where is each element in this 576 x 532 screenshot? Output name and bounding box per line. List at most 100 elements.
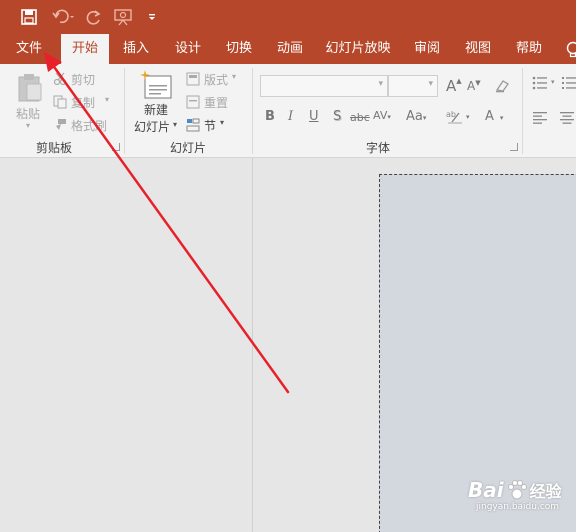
font-color-dropdown-icon: ▾ — [499, 114, 504, 122]
font-launcher-icon[interactable] — [510, 143, 518, 151]
slide-thumbnail-pane[interactable] — [0, 158, 253, 532]
redo-icon — [86, 10, 101, 25]
title-bar — [0, 0, 576, 34]
font-size-combobox[interactable]: ▾ — [388, 75, 438, 97]
paste-icon — [18, 74, 42, 102]
bold-button[interactable]: B — [265, 109, 275, 124]
start-from-beginning-button[interactable] — [112, 6, 134, 28]
change-case-dropdown-icon: ▾ — [422, 114, 427, 122]
font-group-label: 字体 — [366, 141, 391, 155]
clipboard-launcher-icon[interactable] — [112, 143, 120, 151]
align-left-button[interactable] — [533, 112, 547, 127]
tab-review[interactable]: 审阅 — [407, 34, 447, 64]
change-case-button[interactable]: Aa▾ — [406, 109, 426, 124]
numbering-icon — [562, 77, 576, 89]
tab-view[interactable]: 视图 — [458, 34, 498, 64]
layout-icon — [186, 72, 200, 86]
tab-slideshow[interactable]: 幻灯片放映 — [322, 34, 394, 64]
ribbon-divider — [252, 68, 253, 154]
highlight-button[interactable]: ab ▾ — [446, 108, 470, 128]
section-button[interactable]: 节 ▾ — [186, 116, 242, 134]
layout-label: 版式 — [204, 73, 229, 87]
format-painter-icon — [56, 119, 66, 130]
start-from-beginning-icon — [114, 9, 132, 26]
new-slide-label-line1: 新建 — [144, 103, 169, 117]
reset-button[interactable]: 重置 — [186, 93, 242, 111]
redo-button[interactable] — [84, 6, 104, 28]
cut-button[interactable]: 剪切 — [53, 70, 113, 88]
new-slide-icon — [140, 70, 172, 99]
ribbon-divider — [522, 68, 523, 154]
reset-label: 重置 — [204, 96, 229, 110]
format-painter-button[interactable]: 格式刷 — [53, 116, 113, 134]
paste-dropdown-icon: ▾ — [26, 121, 31, 130]
align-center-icon — [560, 112, 574, 124]
scissors-icon — [53, 72, 67, 86]
watermark-url: jingyan.baidu.com — [476, 502, 560, 512]
section-dropdown-icon: ▾ — [220, 118, 225, 127]
character-spacing-button[interactable]: AV▾ — [373, 108, 391, 123]
shrink-font-icon: ▼ — [475, 79, 481, 87]
new-slide-button[interactable]: 新建 幻灯片 ▾ — [133, 70, 181, 138]
copy-button[interactable]: 复制 ▾ — [53, 93, 113, 111]
tab-file[interactable]: 文件 — [6, 34, 52, 64]
clear-formatting-button[interactable] — [494, 78, 510, 97]
text-shadow-button[interactable]: S — [333, 109, 341, 124]
save-icon — [21, 9, 37, 25]
baidu-jingyan-watermark: Bai 经验 jingyan.baidu.com — [468, 478, 562, 512]
customize-quick-access-icon — [149, 14, 155, 20]
undo-icon — [52, 9, 74, 24]
align-left-icon — [533, 112, 547, 124]
font-name-combobox[interactable]: ▾ — [260, 75, 388, 97]
tab-help[interactable]: 帮助 — [509, 34, 549, 64]
watermark-brand: Bai — [468, 478, 504, 502]
layout-button[interactable]: 版式 ▾ — [186, 70, 242, 88]
tab-home[interactable]: 开始 — [61, 34, 109, 64]
character-spacing-label: AV — [373, 109, 388, 122]
character-spacing-dropdown-icon: ▾ — [387, 113, 391, 121]
shrink-font-button[interactable]: A▼ — [467, 79, 481, 94]
font-color-button[interactable]: A ▾ — [485, 109, 503, 124]
section-icon — [186, 118, 200, 132]
strikethrough-button[interactable]: abc — [350, 111, 370, 124]
copy-icon — [53, 95, 67, 109]
tab-transitions[interactable]: 切换 — [219, 34, 259, 64]
numbering-button[interactable] — [562, 76, 576, 93]
align-center-button[interactable] — [560, 112, 574, 127]
change-case-label: Aa — [406, 109, 423, 124]
highlight-icon: ab — [446, 110, 462, 124]
bullets-button[interactable] — [532, 76, 548, 93]
grow-font-button[interactable]: A▲ — [446, 77, 462, 95]
paste-label: 粘贴 — [16, 107, 41, 121]
tab-animations[interactable]: 动画 — [270, 34, 310, 64]
copy-dropdown-icon: ▾ — [105, 95, 110, 104]
clipboard-group-label: 剪贴板 — [36, 141, 73, 155]
bullets-dropdown-icon[interactable]: ▾ — [551, 78, 555, 86]
tab-insert[interactable]: 插入 — [116, 34, 156, 64]
undo-button[interactable] — [50, 6, 78, 28]
customize-quick-access-button[interactable] — [144, 6, 160, 28]
font-name-dropdown-icon: ▾ — [378, 79, 383, 89]
save-button[interactable] — [18, 6, 40, 28]
format-painter-label: 格式刷 — [71, 119, 108, 133]
paw-icon — [507, 480, 527, 500]
copy-label: 复制 — [71, 96, 96, 110]
tab-design[interactable]: 设计 — [168, 34, 208, 64]
editing-workspace — [0, 158, 576, 532]
new-slide-label-line2: 幻灯片 — [134, 120, 171, 134]
cut-label: 剪切 — [71, 73, 96, 87]
paste-button[interactable]: 粘贴 ▾ — [14, 72, 46, 134]
italic-button[interactable]: I — [288, 109, 293, 124]
font-size-dropdown-icon: ▾ — [428, 79, 433, 89]
grow-font-label: A — [446, 77, 457, 95]
shrink-font-label: A — [467, 79, 476, 93]
layout-dropdown-icon: ▾ — [232, 72, 237, 81]
watermark-brand-cn: 经验 — [529, 482, 562, 501]
section-label: 节 — [204, 119, 217, 133]
new-slide-dropdown-icon: ▾ — [173, 120, 178, 129]
font-color-label: A — [485, 109, 494, 124]
underline-button[interactable]: U — [309, 109, 319, 124]
clear-formatting-icon — [495, 80, 509, 93]
lightbulb-icon[interactable] — [566, 41, 576, 62]
grow-font-icon: ▲ — [456, 77, 462, 85]
